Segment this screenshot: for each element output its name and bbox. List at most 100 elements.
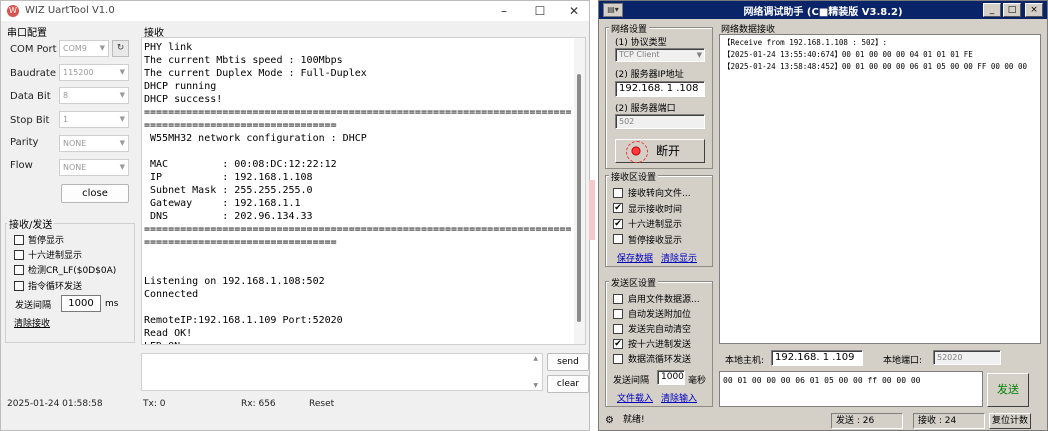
checked-checkbox-icon[interactable]: ✔ <box>613 203 623 213</box>
option-checkbox[interactable]: 接收转向文件... <box>613 186 691 199</box>
title-bar: W WIZ UartTool V1.0 – ☐ ✕ <box>1 1 589 21</box>
hex-display-checkbox[interactable]: 十六进制显示 <box>14 248 82 261</box>
checkbox-box[interactable] <box>14 234 24 245</box>
title-bar: ▤▾ 网络调试助手 (C■精装版 V3.8.2) _ □ × <box>599 1 1047 19</box>
checkbox-box[interactable] <box>14 264 24 275</box>
baudrate-select[interactable]: 115200 ▼ <box>59 64 129 81</box>
send-settings-title: 发送区设置 <box>609 276 659 289</box>
maximize-button[interactable]: ☐ <box>523 1 557 21</box>
option-checkbox[interactable]: ✔ 按十六进制发送 <box>613 337 691 350</box>
terminal-line: Connected <box>144 289 199 300</box>
send-input[interactable]: ▲ ▼ <box>141 353 543 391</box>
flow-label: Flow <box>10 160 33 171</box>
terminal-line: The current Mbtis speed : 100Mbps <box>144 55 343 66</box>
loop-send-checkbox[interactable]: 指令循环发送 <box>14 279 82 292</box>
chevron-down-icon: ▼ <box>119 139 125 147</box>
com-port-select[interactable]: COM9 ▼ <box>59 40 109 57</box>
recv-data-area[interactable]: 【Receive from 192.168.1.108 : 502】: 【2025… <box>719 34 1041 344</box>
option-checkbox[interactable]: ✔ 显示接收时间 <box>613 202 682 215</box>
disconnect-button[interactable]: 断开 <box>615 139 705 163</box>
checked-checkbox-icon[interactable]: ✔ <box>613 338 623 349</box>
scroll-up-icon[interactable]: ▲ <box>533 355 538 362</box>
local-host-label: 本地主机: <box>725 356 765 366</box>
checkbox-box[interactable] <box>14 249 24 260</box>
receive-terminal[interactable]: PHY link The current Mbtis speed : 100Mbp… <box>141 37 586 345</box>
option-label: 暂停接收显示 <box>628 235 683 246</box>
server-port-input[interactable]: 502 <box>615 114 705 129</box>
close-window-button[interactable]: ✕ <box>557 1 591 21</box>
option-label: 十六进制显示 <box>628 220 683 230</box>
detect-crlf-checkbox[interactable]: 检测CR_LF($0D$0A) <box>14 263 116 276</box>
terminal-line: ========================================… <box>144 107 572 118</box>
option-label: 启用文件数据源... <box>628 295 700 305</box>
terminal-line: PHY link <box>144 42 193 53</box>
minimize-button[interactable]: – <box>487 1 521 21</box>
checked-checkbox-icon[interactable]: ✔ <box>613 218 623 229</box>
send-interval-input[interactable]: 1000 <box>61 295 101 312</box>
protocol-select[interactable]: TCP Client ▼ <box>615 48 705 62</box>
terminal-line: RemoteIP:192.168.1.109 Port:52020 <box>144 315 343 326</box>
server-port-label: (2) 服务器端口 <box>615 104 676 114</box>
recv-line: 【2025-01-24 13:55:40:674】00 01 00 00 00 … <box>723 50 973 59</box>
stop-bit-select[interactable]: 1 ▼ <box>59 111 129 128</box>
terminal-line: ========================================… <box>144 224 572 235</box>
option-checkbox[interactable]: ✔ 十六进制显示 <box>613 217 682 230</box>
file-load-link[interactable]: 文件载入 <box>617 391 653 404</box>
local-port-input[interactable]: 52020 <box>933 350 1001 365</box>
close-window-button[interactable]: × <box>1025 3 1043 17</box>
minimize-button[interactable]: _ <box>983 3 1001 17</box>
status-bar: 2025-01-24 01:58:58 Tx: 0 Rx: 656 Reset <box>1 393 589 431</box>
checkbox-icon[interactable] <box>613 293 623 304</box>
option-label: 显示接收时间 <box>628 204 683 215</box>
status-ready-text: 就绪! <box>623 415 645 425</box>
option-checkbox[interactable]: 数据流循环发送 <box>613 352 691 365</box>
terminal-line: MAC : 00:08:DC:12:22:12 <box>144 159 337 170</box>
flow-select[interactable]: NONE ▼ <box>59 159 129 176</box>
refresh-ports-button[interactable]: ↻ <box>112 40 129 57</box>
close-port-button[interactable]: close <box>61 184 129 203</box>
option-checkbox[interactable]: 暂停接收显示 <box>613 233 682 246</box>
window-splitter[interactable] <box>589 180 595 240</box>
option-label: 接收转向文件... <box>628 189 691 199</box>
checkbox-label: 暂停显示 <box>28 236 65 246</box>
checkbox-icon[interactable] <box>613 353 623 364</box>
checkbox-icon[interactable] <box>613 234 623 244</box>
checkbox-icon[interactable] <box>613 323 623 334</box>
checkbox-box[interactable] <box>14 280 24 291</box>
reset-counter-button[interactable]: Reset <box>309 399 334 409</box>
checkbox-icon[interactable] <box>613 308 623 319</box>
local-host-input[interactable]: 192.168. 1 .109 <box>771 350 863 366</box>
option-checkbox[interactable]: 发送完自动清空 <box>613 322 691 335</box>
send-interval-input[interactable]: 1000 <box>657 370 685 385</box>
option-checkbox[interactable]: 启用文件数据源... <box>613 292 700 305</box>
terminal-line: IP : 192.168.1.108 <box>144 172 313 183</box>
parity-select[interactable]: NONE ▼ <box>59 135 129 152</box>
terminal-line: The current Duplex Mode : Full-Duplex <box>144 68 367 79</box>
server-ip-input[interactable]: 192.168. 1 .108 <box>615 81 705 97</box>
data-bit-select[interactable]: 8 ▼ <box>59 87 129 104</box>
scroll-down-icon[interactable]: ▼ <box>533 382 538 389</box>
scrollbar-thumb[interactable] <box>577 74 581 322</box>
clear-button[interactable]: clear <box>547 375 589 393</box>
clear-receive-link[interactable]: 清除接收 <box>14 316 50 329</box>
clear-display-link[interactable]: 清除显示 <box>661 251 697 264</box>
send-button[interactable]: send <box>547 353 589 371</box>
terminal-scrollbar[interactable] <box>574 38 585 344</box>
send-button[interactable]: 发送 <box>987 373 1029 407</box>
pause-display-checkbox[interactable]: 暂停显示 <box>14 233 64 246</box>
terminal-line: DHCP success! <box>144 94 223 105</box>
send-data-input[interactable]: 00 01 00 00 00 06 01 05 00 00 ff 00 00 0… <box>719 371 983 407</box>
save-data-link[interactable]: 保存数据 <box>617 251 653 264</box>
ready-icon: ⚙ <box>605 415 614 426</box>
terminal-line: LED ON <box>144 340 585 344</box>
reset-count-button[interactable]: 复位计数 <box>989 413 1031 429</box>
maximize-button[interactable]: □ <box>1003 3 1021 17</box>
checkbox-icon[interactable] <box>613 187 623 198</box>
send-interval-unit: ms <box>105 299 119 309</box>
option-checkbox[interactable]: 自动发送附加位 <box>613 307 691 320</box>
clear-input-link[interactable]: 清除输入 <box>661 391 697 404</box>
option-label: 按十六进制发送 <box>628 340 692 350</box>
recv-settings-title: 接收区设置 <box>609 170 659 183</box>
